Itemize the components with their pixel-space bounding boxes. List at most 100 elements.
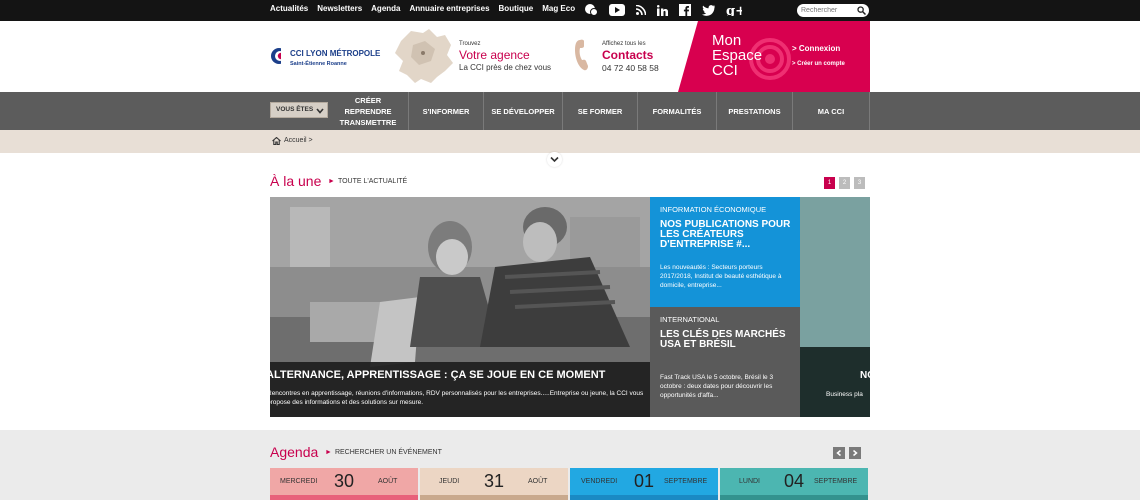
phone-icon — [575, 39, 588, 71]
day-name: VENDREDI — [581, 478, 618, 485]
breadcrumb-home[interactable]: Accueil > — [284, 137, 313, 144]
nav-se-developper[interactable]: SE DÉVELOPPER — [483, 92, 562, 130]
top-link-annuaire[interactable]: Annuaire entreprises — [410, 4, 490, 13]
page-3[interactable]: 3 — [854, 177, 865, 189]
agenda-day[interactable]: MERCREDI 30 AOÛT — [270, 468, 418, 500]
rechercher-evenement-link[interactable]: ► RECHERCHER UN ÉVÉNEMENT — [325, 449, 442, 456]
day-strip — [720, 495, 868, 500]
youtube-icon[interactable] — [609, 4, 625, 16]
search-input[interactable] — [801, 5, 853, 16]
twitter-icon[interactable] — [702, 4, 715, 16]
home-icon[interactable] — [272, 137, 281, 145]
agenda-nav — [833, 447, 861, 459]
create-account-link[interactable]: > Créer un compte — [792, 61, 845, 67]
news-card[interactable]: INTERNATIONAL LES CLÉS DES MARCHÉS USA E… — [650, 307, 800, 417]
nav-sinformer[interactable]: S'INFORMER — [408, 92, 483, 130]
hero-article[interactable]: ALTERNANCE, APPRENTISSAGE : ÇA SE JOUE E… — [270, 197, 650, 417]
news-card[interactable]: INFORMATION ÉCONOMIQUE NOS PUBLICATIONS … — [650, 197, 800, 307]
agence-small: Trouvez — [459, 41, 481, 47]
logo-subtitle: Saint-Étienne Roanne — [290, 61, 347, 67]
top-link-newsletters[interactable]: Newsletters — [317, 4, 362, 13]
top-links: Actualités Newsletters Agenda Annuaire e… — [270, 4, 575, 13]
news-card[interactable]: NO Business pla — [800, 197, 870, 417]
chevron-down-icon — [550, 156, 559, 163]
nav-se-former[interactable]: SE FORMER — [562, 92, 637, 130]
rechercher-evenement-label: RECHERCHER UN ÉVÉNEMENT — [334, 449, 442, 456]
contacts-phone[interactable]: 04 72 40 58 58 — [602, 63, 659, 73]
day-number: 01 — [634, 471, 655, 491]
nav-ma-cci[interactable]: MA CCI — [792, 92, 870, 130]
card-category: INTERNATIONAL — [660, 315, 720, 324]
hero-text: Rencontres en apprentissage, réunions d'… — [270, 390, 644, 406]
search-box — [797, 4, 869, 17]
page-1[interactable]: 1 — [824, 177, 835, 189]
agenda-day[interactable]: VENDREDI 01 SEPTEMBRE — [570, 468, 718, 500]
day-month: SEPTEMBRE — [814, 478, 858, 485]
card-title[interactable]: LES CLÉS DES MARCHÉS USA ET BRÉSIL — [660, 330, 796, 350]
chevron-left-icon — [836, 450, 841, 456]
toute-actualite-link[interactable]: ► TOUTE L'ACTUALITÉ — [328, 178, 407, 185]
facebook-icon[interactable] — [679, 4, 691, 16]
day-strip — [570, 495, 718, 500]
nav-creer[interactable]: CRÉER REPRENDRE TRANSMETTRE — [333, 92, 403, 130]
toute-actualite-label: TOUTE L'ACTUALITÉ — [337, 178, 408, 185]
day-number: 31 — [484, 471, 505, 491]
day-month: AOÛT — [378, 478, 398, 485]
chat-icon[interactable] — [584, 3, 598, 17]
day-number: 04 — [784, 471, 805, 491]
googleplus-icon[interactable]: g+ — [726, 4, 742, 16]
hero-title[interactable]: ALTERNANCE, APPRENTISSAGE : ÇA SE JOUE E… — [270, 369, 605, 381]
arrow-right-icon: ► — [325, 449, 332, 456]
top-link-mag-eco[interactable]: Mag Eco — [542, 4, 575, 13]
chevron-right-icon — [853, 450, 858, 456]
card-excerpt: Fast Track USA le 5 octobre, Brésil le 3… — [660, 374, 774, 399]
nav-formalites[interactable]: FORMALITÉS — [637, 92, 716, 130]
page-2[interactable]: 2 — [839, 177, 850, 189]
top-link-agenda[interactable]: Agenda — [371, 4, 400, 13]
card-excerpt: Les nouveautés : Secteurs porteurs 2017/… — [660, 264, 782, 289]
cci-logo[interactable]: CCI LYON MÉTROPOLE Saint-Étienne Roanne — [270, 46, 380, 71]
agenda-heading: Agenda — [270, 444, 319, 460]
top-bar: Actualités Newsletters Agenda Annuaire e… — [0, 0, 1140, 21]
agenda-prev-button[interactable] — [833, 447, 845, 459]
top-link-actualites[interactable]: Actualités — [270, 4, 308, 13]
day-strip — [270, 495, 418, 500]
day-month: SEPTEMBRE — [664, 478, 708, 485]
region-map-icon[interactable] — [393, 27, 455, 85]
logo-name: CCI LYON MÉTROPOLE — [290, 49, 381, 58]
agenda-next-button[interactable] — [849, 447, 861, 459]
day-name: MERCREDI — [280, 478, 318, 485]
day-name: JEUDI — [439, 478, 460, 485]
agenda-day[interactable]: JEUDI 31 AOÛT — [420, 468, 568, 500]
card-category: INFORMATION ÉCONOMIQUE — [660, 205, 767, 214]
search-icon[interactable] — [857, 6, 866, 15]
contacts-title[interactable]: Contacts — [602, 48, 659, 62]
espace-title[interactable]: Mon Espace CCI — [712, 33, 772, 78]
top-link-boutique[interactable]: Boutique — [499, 4, 534, 13]
day-month: AOÛT — [528, 478, 548, 485]
breadcrumb: Accueil > — [0, 130, 1140, 153]
contacts-block[interactable]: Affichez tous les Contacts 04 72 40 58 5… — [602, 41, 659, 73]
une-pager: 1 2 3 — [824, 177, 865, 189]
agenda-day[interactable]: LUNDI 04 SEPTEMBRE — [720, 468, 868, 500]
agence-title[interactable]: Votre agence — [459, 48, 551, 62]
rss-icon[interactable] — [636, 5, 646, 15]
card-excerpt: Business pla — [826, 391, 863, 398]
mon-espace-cci: Mon Espace CCI > Connexion > Créer un co… — [678, 21, 870, 92]
hero-caption: ALTERNANCE, APPRENTISSAGE : ÇA SE JOUE E… — [270, 362, 650, 417]
contacts-small: Affichez tous les — [602, 41, 646, 47]
card-title[interactable]: NOS PUBLICATIONS POUR LES CRÉATEURS D'EN… — [660, 220, 796, 250]
card-title[interactable]: NO — [860, 370, 870, 381]
social-links: g+ — [584, 3, 742, 17]
agence-subtitle: La CCI près de chez vous — [459, 63, 552, 72]
main-nav: VOUS ÊTES CRÉER REPRENDRE TRANSMETTRE S'… — [0, 92, 1140, 130]
connexion-link[interactable]: > Connexion — [792, 44, 840, 53]
une-heading: À la une — [270, 173, 322, 189]
linkedin-icon[interactable] — [657, 4, 668, 16]
vous-etes-dropdown[interactable]: VOUS ÊTES — [270, 102, 328, 118]
cci-logo-icon — [271, 48, 288, 64]
expand-toggle[interactable] — [547, 152, 562, 167]
vous-etes-label: VOUS ÊTES — [276, 106, 314, 113]
agence-block[interactable]: Trouvez Votre agence La CCI près de chez… — [459, 41, 551, 72]
nav-prestations[interactable]: PRESTATIONS — [716, 92, 792, 130]
